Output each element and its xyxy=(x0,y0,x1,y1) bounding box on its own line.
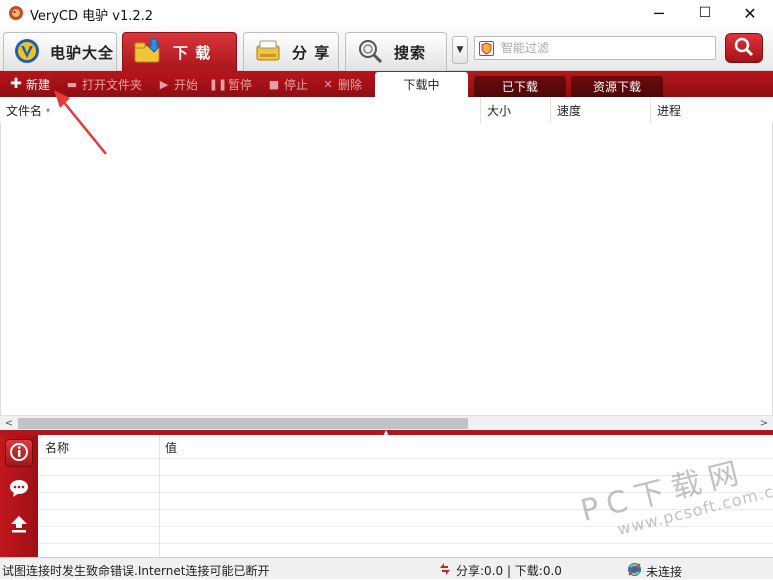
tab-label: 分 享 xyxy=(292,43,331,62)
comments-button[interactable] xyxy=(5,475,33,503)
download-toolbar: ✚ 新建 ▬ 打开文件夹 ▶ 开始 ❚❚ 暂停 ■ 停止 ✕ 删除 下载中 已下… xyxy=(0,71,773,97)
column-size[interactable]: 大小 xyxy=(481,97,551,123)
column-name: 名称 xyxy=(45,441,70,455)
table-row xyxy=(38,527,773,544)
tab-downloaded[interactable]: 已下载 xyxy=(474,76,566,97)
verycd-logo-icon xyxy=(14,38,40,67)
tab-label: 下 载 xyxy=(173,43,212,62)
properties-header-row xyxy=(38,435,773,459)
close-button[interactable]: ✕ xyxy=(727,0,773,26)
search-magnifier-icon xyxy=(356,37,384,68)
column-speed[interactable]: 速度 xyxy=(551,97,651,123)
delete-button[interactable]: ✕ 删除 xyxy=(322,75,362,93)
pause-icon: ❚❚ xyxy=(208,77,228,91)
search-button[interactable] xyxy=(725,33,763,63)
tab-dropdown-button[interactable]: ▼ xyxy=(452,36,468,64)
app-logo-icon xyxy=(8,5,24,21)
tab-label: 电驴大全 xyxy=(50,43,115,62)
status-message: 试图连接时发生致命错误.Internet连接可能已断开 xyxy=(2,564,270,578)
column-progress[interactable]: 进程 xyxy=(651,97,773,123)
start-button[interactable]: ▶ 开始 xyxy=(158,75,198,93)
search-icon xyxy=(733,36,755,61)
stop-button[interactable]: ■ 停止 xyxy=(268,75,308,93)
tab-downloading[interactable]: 下载中 xyxy=(375,72,468,97)
scroll-left-arrow-icon[interactable]: < xyxy=(2,417,16,430)
status-bar: 试图连接时发生致命错误.Internet连接可能已断开 分享:0.0 | 下载:… xyxy=(0,557,773,579)
connection-status[interactable]: 未连接 xyxy=(627,562,682,580)
horizontal-scrollbar[interactable]: < > xyxy=(0,415,773,430)
info-button[interactable] xyxy=(5,439,33,467)
filter-shield-icon xyxy=(479,41,494,56)
delete-label: 删除 xyxy=(338,77,363,92)
scroll-right-arrow-icon[interactable]: > xyxy=(757,417,771,430)
start-label: 开始 xyxy=(174,77,199,92)
upload-arrow-icon xyxy=(9,514,29,537)
detail-side-strip xyxy=(0,435,38,557)
download-list[interactable] xyxy=(0,123,773,415)
download-folder-icon xyxy=(133,37,163,68)
transfer-rates: 分享:0.0 | 下载:0.0 xyxy=(456,564,562,578)
stop-label: 停止 xyxy=(284,77,309,92)
new-task-button[interactable]: ✚ 新建 xyxy=(10,75,50,93)
tab-share[interactable]: 分 享 xyxy=(243,32,339,71)
plus-icon: ✚ xyxy=(10,76,22,92)
annotation-arrow-icon xyxy=(54,90,107,155)
transfer-arrows-icon xyxy=(438,562,452,579)
column-value: 值 xyxy=(165,441,178,455)
main-tab-bar: 电驴大全 下 载 分 享 搜索 ▼ xyxy=(0,26,773,71)
tab-search[interactable]: 搜索 xyxy=(345,32,447,71)
transfer-status: 分享:0.0 | 下载:0.0 xyxy=(438,562,562,579)
play-icon: ▶ xyxy=(159,77,169,91)
connection-label: 未连接 xyxy=(646,564,683,579)
column-label: 文件名 xyxy=(6,103,43,118)
tab-resource-download[interactable]: 资源下载 xyxy=(571,76,663,97)
maximize-button[interactable]: ☐ xyxy=(682,0,728,26)
scrollbar-thumb[interactable] xyxy=(18,418,468,429)
window-title: VeryCD 电驴 v1.2.2 xyxy=(30,9,154,24)
tab-verycd-library[interactable]: 电驴大全 xyxy=(3,32,117,71)
minimize-button[interactable]: ─ xyxy=(636,0,682,26)
upload-button[interactable] xyxy=(5,511,33,539)
title-bar: VeryCD 电驴 v1.2.2 ─ ☐ ✕ xyxy=(0,0,773,26)
download-list-header: 文件名 ▾ 大小 速度 进程 xyxy=(0,97,773,123)
pause-label: 暂停 xyxy=(228,77,253,92)
network-disconnected-icon xyxy=(627,562,642,580)
pause-button[interactable]: ❚❚ 暂停 xyxy=(208,75,253,93)
tab-label: 搜索 xyxy=(394,43,427,62)
column-divider xyxy=(159,435,160,557)
new-task-label: 新建 xyxy=(26,77,51,92)
chat-bubble-icon xyxy=(8,478,30,501)
smart-filter-box xyxy=(474,36,716,60)
tab-download[interactable]: 下 载 xyxy=(122,32,237,71)
smart-filter-input[interactable] xyxy=(499,38,709,58)
info-icon xyxy=(9,442,29,465)
share-drive-icon xyxy=(254,38,282,67)
stop-icon: ■ xyxy=(268,77,280,91)
delete-x-icon: ✕ xyxy=(323,77,333,91)
